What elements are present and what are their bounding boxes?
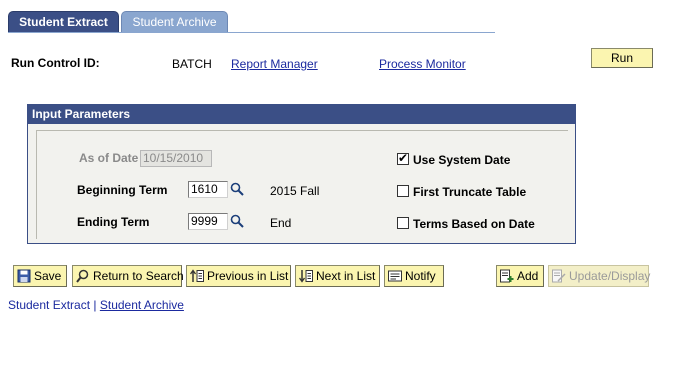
ending-term-lookup-icon[interactable] — [230, 214, 244, 228]
footer-student-archive-link[interactable]: Student Archive — [100, 298, 184, 312]
use-system-date-label: Use System Date — [413, 153, 511, 167]
terms-based-on-date-label: Terms Based on Date — [413, 217, 535, 231]
run-control-label: Run Control ID: — [11, 56, 100, 70]
beginning-term-label: Beginning Term — [77, 183, 168, 197]
footer-student-extract-link[interactable]: Student Extract — [8, 298, 90, 312]
first-truncate-table-label: First Truncate Table — [413, 185, 527, 199]
previous-in-list-icon — [190, 269, 204, 282]
ending-term-description: End — [270, 216, 292, 230]
return-to-search-label: Return to Search — [93, 269, 184, 283]
first-truncate-table-checkbox[interactable] — [397, 185, 409, 197]
add-button[interactable]: Add — [496, 265, 544, 287]
run-control-value: BATCH — [172, 57, 212, 71]
use-system-date-checkbox[interactable]: ✔ — [397, 151, 409, 165]
as-of-date-label: As of Date — [79, 151, 139, 165]
checkmark-icon: ✔ — [398, 151, 409, 165]
report-manager-link[interactable]: Report Manager — [231, 57, 318, 71]
notify-icon — [388, 270, 402, 282]
beginning-term-lookup-icon[interactable] — [230, 182, 244, 196]
tab-underline — [8, 32, 495, 33]
return-to-search-button[interactable]: Return to Search — [72, 265, 184, 287]
tab-student-archive[interactable]: Student Archive — [121, 11, 228, 32]
ending-term-input[interactable]: 9999 — [188, 213, 228, 230]
as-of-date-field: 10/15/2010 — [140, 150, 212, 167]
add-icon — [500, 269, 514, 283]
add-label: Add — [517, 269, 539, 283]
run-button[interactable]: Run — [591, 48, 653, 68]
footer-separator: | — [93, 298, 97, 312]
save-icon — [17, 269, 31, 283]
ending-term-label: Ending Term — [77, 215, 150, 229]
notify-button[interactable]: Notify — [384, 265, 444, 287]
next-in-list-button[interactable]: Next in List — [295, 265, 380, 287]
terms-based-on-date-checkbox[interactable] — [397, 217, 409, 229]
next-in-list-icon — [299, 270, 313, 283]
update-display-icon — [552, 269, 566, 283]
process-monitor-link[interactable]: Process Monitor — [379, 57, 466, 71]
beginning-term-description: 2015 Fall — [270, 184, 320, 198]
search-icon — [76, 269, 89, 283]
footer-links: Student Extract | Student Archive — [8, 298, 184, 312]
next-in-list-label: Next in List — [316, 269, 376, 283]
update-display-label: Update/Display — [569, 269, 651, 283]
update-display-button[interactable]: Update/Display — [548, 265, 651, 287]
save-button[interactable]: Save — [13, 265, 67, 287]
beginning-term-input[interactable]: 1610 — [188, 181, 228, 198]
notify-label: Notify — [405, 269, 436, 283]
tab-student-extract[interactable]: Student Extract — [8, 11, 119, 32]
input-parameters-title: Input Parameters — [28, 105, 575, 124]
previous-in-list-label: Previous in List — [207, 269, 289, 283]
previous-in-list-button[interactable]: Previous in List — [186, 265, 291, 287]
save-label: Save — [34, 269, 62, 283]
